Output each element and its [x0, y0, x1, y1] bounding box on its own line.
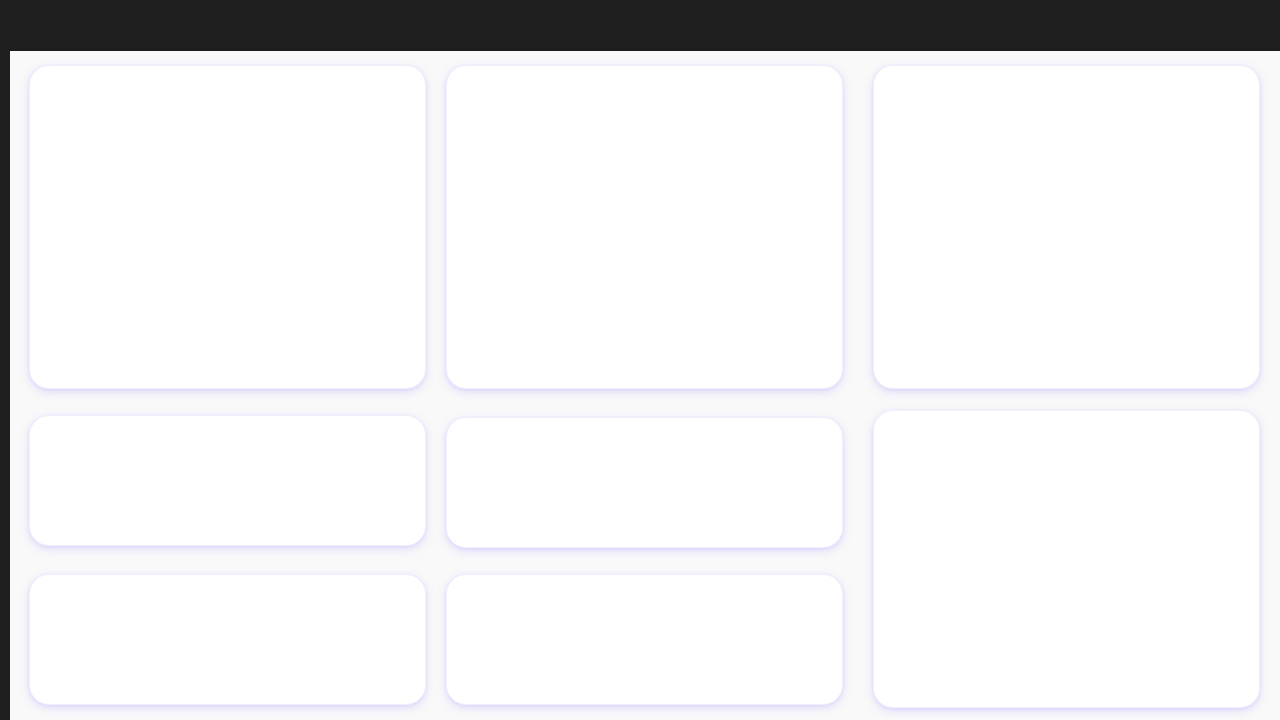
top-bar: [0, 0, 1280, 51]
dashboard-canvas: [10, 51, 1280, 720]
dashboard-card-large-middle: [446, 65, 843, 389]
dashboard-card-large-left: [29, 65, 426, 389]
dashboard-card-large-right: [873, 65, 1260, 389]
dashboard-card-small-middle-1: [446, 417, 843, 548]
dashboard-card-small-middle-2: [446, 574, 843, 705]
left-rail: [0, 51, 10, 720]
dashboard-card-tall-right: [873, 410, 1260, 708]
dashboard-card-small-left-2: [29, 574, 426, 705]
dashboard-card-small-left-1: [29, 415, 426, 546]
